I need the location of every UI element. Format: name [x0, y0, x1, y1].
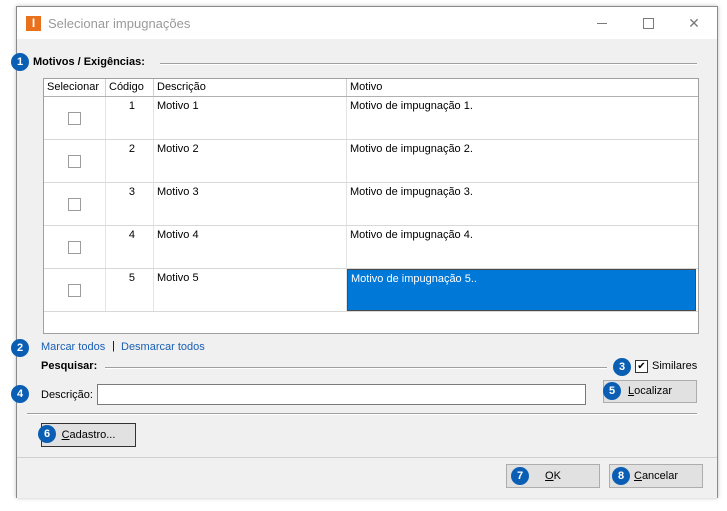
close-icon: ✕: [688, 14, 700, 31]
codigo-cell: 5: [106, 269, 154, 311]
section-motivos-title: Motivos / Exigências:: [33, 56, 145, 68]
cadastro-access-key: C: [61, 429, 70, 441]
minimize-button[interactable]: [579, 7, 625, 39]
codigo-cell: 3: [106, 183, 154, 225]
codigo-cell: 2: [106, 140, 154, 182]
marker-8: 8: [612, 467, 630, 485]
ok-access-key: O: [545, 470, 554, 482]
cancelar-label-post: ancelar: [641, 470, 679, 482]
header-motivo[interactable]: Motivo: [347, 79, 698, 96]
codigo-cell: 4: [106, 226, 154, 268]
marker-3: 3: [613, 358, 631, 376]
similares-label: Similares: [652, 360, 698, 372]
select-cell[interactable]: [44, 97, 106, 139]
marker-7: 7: [511, 467, 529, 485]
close-button[interactable]: ✕: [671, 7, 717, 39]
select-cell[interactable]: [44, 269, 106, 311]
header-descricao[interactable]: Descrição: [154, 79, 347, 96]
search-section-title: Pesquisar:: [41, 360, 98, 372]
motivo-cell-selected[interactable]: Motivo de impugnação 5..: [347, 269, 696, 311]
descricao-cell: Motivo 4: [154, 226, 347, 268]
search-divider: [105, 367, 607, 369]
mark-all-link[interactable]: Marcar todos: [41, 341, 105, 353]
row-checkbox[interactable]: [68, 198, 81, 211]
ok-label-post: K: [553, 470, 561, 482]
descricao-input[interactable]: [97, 384, 586, 405]
descricao-label: Descrição:: [41, 389, 93, 401]
bottom-divider-1: [27, 413, 697, 415]
select-cell[interactable]: [44, 226, 106, 268]
grid-header: Selecionar Código Descrição Motivo: [44, 79, 698, 97]
table-row[interactable]: 2 Motivo 2 Motivo de impugnação 2.: [44, 140, 698, 183]
row-checkbox[interactable]: [68, 155, 81, 168]
motivo-cell: Motivo de impugnação 3.: [350, 186, 473, 198]
select-cell[interactable]: [44, 140, 106, 182]
table-row[interactable]: 3 Motivo 3 Motivo de impugnação 3.: [44, 183, 698, 226]
motivo-cell: Motivo de impugnação 4.: [350, 229, 473, 241]
link-separator: |: [112, 340, 115, 352]
unmark-all-link[interactable]: Desmarcar todos: [121, 341, 205, 353]
similares-checkbox[interactable]: ✔: [635, 360, 648, 373]
section-divider: [160, 63, 697, 65]
select-cell[interactable]: [44, 183, 106, 225]
localizar-label-post: ocalizar: [634, 385, 673, 397]
descricao-cell: Motivo 3: [154, 183, 347, 225]
check-icon: ✔: [637, 361, 646, 372]
marker-2: 2: [11, 339, 29, 357]
title-bar: I Selecionar impugnações ✕: [17, 7, 717, 39]
marker-6: 6: [38, 425, 56, 443]
maximize-button[interactable]: [625, 7, 671, 39]
maximize-icon: [642, 17, 654, 29]
row-checkbox[interactable]: [68, 112, 81, 125]
motivo-cell: Motivo de impugnação 2.: [350, 143, 473, 155]
motivos-grid[interactable]: Selecionar Código Descrição Motivo 1 Mot…: [43, 78, 699, 334]
descricao-cell: Motivo 1: [154, 97, 347, 139]
dialog-window: I Selecionar impugnações ✕ 1 Motivos / E…: [11, 6, 718, 498]
marker-4: 4: [11, 385, 29, 403]
marker-5: 5: [603, 382, 621, 400]
descricao-cell: Motivo 5: [154, 269, 347, 311]
motivo-cell: Motivo de impugnação 1.: [350, 100, 473, 112]
row-checkbox[interactable]: [68, 241, 81, 254]
minimize-icon: [597, 22, 607, 24]
descricao-cell: Motivo 2: [154, 140, 347, 182]
row-checkbox[interactable]: [68, 284, 81, 297]
table-row[interactable]: 5 Motivo 5 Motivo de impugnação 5..: [44, 269, 698, 312]
window-title: Selecionar impugnações: [48, 16, 191, 31]
table-row[interactable]: 4 Motivo 4 Motivo de impugnação 4.: [44, 226, 698, 269]
marker-1: 1: [11, 53, 29, 71]
codigo-cell: 1: [106, 97, 154, 139]
table-row[interactable]: 1 Motivo 1 Motivo de impugnação 1.: [44, 97, 698, 140]
cadastro-label-post: adastro...: [69, 429, 116, 441]
cancelar-access-key: C: [633, 470, 642, 482]
app-icon: I: [26, 16, 41, 31]
header-selecionar[interactable]: Selecionar: [44, 79, 106, 96]
header-codigo[interactable]: Código: [106, 79, 154, 96]
